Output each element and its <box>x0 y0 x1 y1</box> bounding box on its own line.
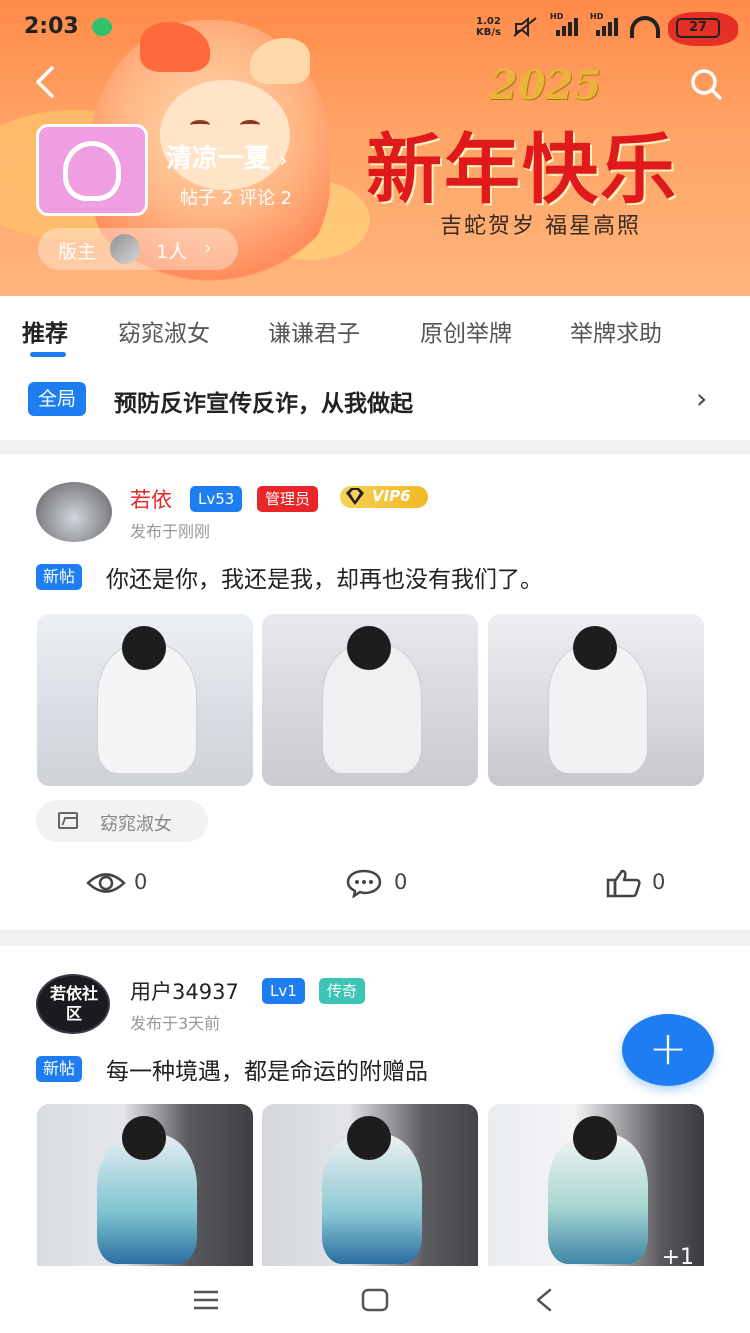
post-card[interactable]: 若依 Lv53 管理员 VIP6 发布于刚刚 新帖 你还是你，我还是我，却再也没… <box>0 454 750 930</box>
level-badge: Lv1 <box>262 978 305 1004</box>
plus-icon: + <box>648 1021 688 1075</box>
system-nav-bar <box>0 1266 750 1333</box>
tab-recommend[interactable]: 推荐 <box>22 314 68 348</box>
comments-stat[interactable]: 0 <box>346 868 426 899</box>
image-icon <box>58 812 78 829</box>
mute-icon <box>513 16 537 38</box>
admin-badge: 管理员 <box>257 486 319 512</box>
dragon-eye <box>240 120 260 130</box>
new-post-tag: 新帖 <box>36 564 83 590</box>
avatar-text: 若依社区 <box>50 984 99 1023</box>
post-image[interactable] <box>262 1104 478 1266</box>
chevron-right-icon: › <box>279 148 288 172</box>
thumbs-up-icon <box>606 869 641 898</box>
signal-label: HD <box>590 12 604 21</box>
vip-badge: VIP6 <box>340 486 428 508</box>
moderator-count: 1人 <box>156 241 188 263</box>
back-arrow-icon[interactable] <box>28 64 64 100</box>
tab-original-sign[interactable]: 原创举牌 <box>420 314 512 348</box>
signal-label: HD <box>550 12 564 21</box>
avatar[interactable] <box>36 482 112 542</box>
notice-text: 预防反诈宣传反诈，从我做起 <box>114 391 413 417</box>
vip-label: VIP6 <box>372 487 411 505</box>
moderator-button[interactable]: 版主 1人 › <box>38 228 238 270</box>
moderator-label: 版主 <box>58 241 97 263</box>
category-tabs: 推荐 窈窕淑女 谦谦君子 原创举牌 举牌求助 <box>0 296 750 364</box>
dragon-eye <box>190 120 210 130</box>
signal-icon: HD <box>590 12 620 36</box>
active-tab-indicator <box>30 352 66 357</box>
forum-name: 清凉一夏 <box>166 144 271 174</box>
status-time: 2:03 <box>24 14 79 39</box>
eye-icon <box>86 873 126 893</box>
avatar[interactable]: 若依社区 <box>36 974 110 1034</box>
post-card[interactable]: 若依社区 用户34937 Lv1 传奇 发布于3天前 新帖 每一种境遇，都是命运… <box>0 946 750 1266</box>
forum-banner: 2025 新年快乐 吉蛇贺岁 福星高照 2:03 1.02 KB/s HD HD… <box>0 0 750 296</box>
forum-stats: 帖子 2 评论 2 <box>180 188 293 209</box>
post-category-chip[interactable]: 窈窕淑女 <box>36 800 208 842</box>
chevron-right-icon: › <box>204 237 212 259</box>
banner-title: 新年快乐 <box>366 125 678 214</box>
forum-name-link[interactable]: 清凉一夏 › <box>166 138 287 175</box>
network-speed-value: 1.02 <box>476 16 501 27</box>
tab-ladies[interactable]: 窈窕淑女 <box>118 314 210 348</box>
views-stat[interactable]: 0 <box>86 868 166 898</box>
tab-sign-help[interactable]: 举牌求助 <box>570 314 662 348</box>
likes-stat[interactable]: 0 <box>606 868 686 898</box>
chevron-right-icon: › <box>696 382 708 415</box>
post-username[interactable]: 用户34937 <box>130 976 239 1006</box>
home-icon[interactable] <box>355 1282 395 1318</box>
wifi-icon <box>630 16 660 38</box>
level-badge: Lv53 <box>190 486 243 512</box>
forum-avatar[interactable] <box>36 124 148 216</box>
post-username[interactable]: 若依 <box>130 484 172 514</box>
status-bar: 2:03 1.02 KB/s HD HD 27 <box>0 0 750 54</box>
likes-count: 0 <box>652 870 666 894</box>
more-images-count: +1 <box>661 1245 694 1266</box>
battery-icon: 27 <box>676 18 720 38</box>
forum-logo-icon <box>63 141 121 201</box>
post-image[interactable] <box>37 614 253 786</box>
post-image[interactable]: +1 <box>488 1104 704 1266</box>
post-title[interactable]: 每一种境遇，都是命运的附赠品 <box>106 1052 428 1086</box>
signal-icon: HD <box>550 12 580 36</box>
search-icon[interactable] <box>686 64 726 104</box>
global-tag: 全局 <box>28 382 87 416</box>
post-title[interactable]: 你还是你，我还是我，却再也没有我们了。 <box>106 560 543 594</box>
menu-icon[interactable] <box>186 1282 226 1318</box>
wechat-notification-icon <box>92 18 112 36</box>
post-image[interactable] <box>37 1104 253 1266</box>
banner-year: 2025 <box>490 62 602 109</box>
post-image[interactable] <box>488 614 704 786</box>
network-speed: 1.02 KB/s <box>476 16 501 38</box>
network-speed-unit: KB/s <box>476 27 501 38</box>
post-time: 发布于刚刚 <box>130 522 211 541</box>
post-image[interactable] <box>262 614 478 786</box>
back-nav-icon[interactable] <box>524 1282 564 1318</box>
new-post-tag: 新帖 <box>36 1056 83 1082</box>
rank-badge: 传奇 <box>319 978 366 1004</box>
post-time: 发布于3天前 <box>130 1014 221 1033</box>
comment-icon <box>346 869 382 899</box>
views-count: 0 <box>134 870 148 894</box>
banner-subtitle: 吉蛇贺岁 福星高照 <box>440 214 641 239</box>
tab-gentlemen[interactable]: 谦谦君子 <box>268 314 360 348</box>
comments-count: 0 <box>394 870 408 894</box>
diamond-icon <box>346 488 364 505</box>
global-notice[interactable]: 全局 预防反诈宣传反诈，从我做起 › <box>0 364 750 440</box>
post-category: 窈窕淑女 <box>100 814 172 835</box>
moderator-avatar <box>110 234 140 264</box>
create-post-button[interactable]: + <box>622 1014 714 1086</box>
